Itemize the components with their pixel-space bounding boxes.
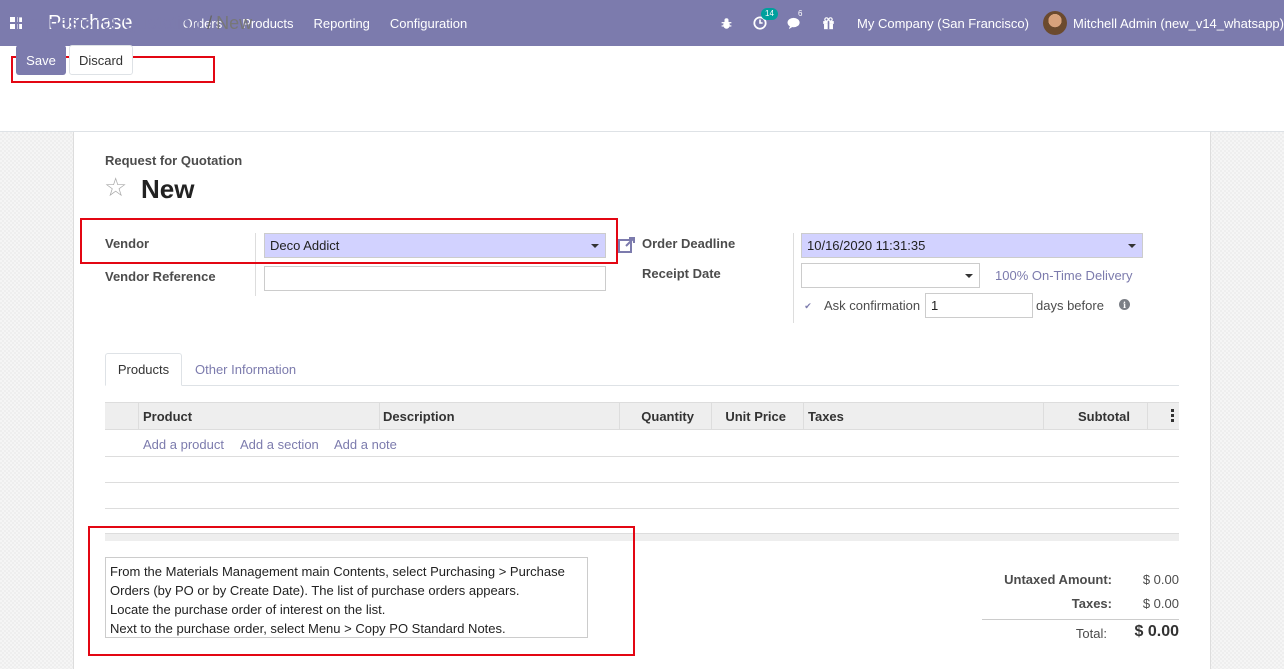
column-separator [379,403,380,430]
chevron-down-icon [965,274,973,278]
untaxed-amount-value: $ 0.00 [1142,572,1179,587]
activity-clock-icon[interactable]: 14 [752,8,778,31]
column-separator [138,403,139,430]
messages-count-badge: 6 [798,9,803,18]
order-deadline-value: 10/16/2020 11:31:35 [807,238,926,253]
column-unit-price[interactable]: Unit Price [711,403,786,430]
debug-bug-icon[interactable] [718,15,734,31]
order-deadline-select[interactable]: 10/16/2020 11:31:35 [801,233,1143,258]
breadcrumb-current: New [216,13,253,33]
user-avatar[interactable] [1043,11,1067,35]
order-deadline-label: Order Deadline [642,236,736,251]
ask-confirmation-label: Ask confirmation [824,298,921,313]
ask-confirmation-checkbox[interactable]: ✔ [803,301,813,311]
column-description[interactable]: Description [383,403,455,430]
untaxed-amount-label: Untaxed Amount: [1004,572,1112,587]
taxes-value: $ 0.00 [1142,596,1179,611]
vendor-reference-label: Vendor Reference [105,269,216,284]
discard-button[interactable]: Discard [69,45,133,75]
on-time-delivery-link[interactable]: 100% On-Time Delivery [995,268,1133,283]
tab-products[interactable]: Products [105,353,182,386]
breadcrumb-parent-link[interactable]: Requests for Quotation [16,13,201,33]
breadcrumb: Requests for Quotation / New [16,13,252,34]
column-subtotal[interactable]: Subtotal [1043,403,1130,430]
highlight-vendor-box [80,218,618,264]
add-product-link[interactable]: Add a product [143,437,224,452]
breadcrumb-separator: / [207,13,213,33]
column-product[interactable]: Product [143,403,192,430]
document-type-label: Request for Quotation [105,153,243,168]
messages-chat-icon[interactable]: 6 [786,9,803,31]
record-title: New [141,174,195,204]
column-separator [1147,403,1148,430]
chevron-down-icon [1128,244,1136,248]
tab-other-information[interactable]: Other Information [195,353,296,386]
external-link-icon[interactable] [618,236,636,254]
save-button[interactable]: Save [16,45,66,75]
deadline-group-divider [793,233,794,323]
column-quantity[interactable]: Quantity [619,403,694,430]
table-row [105,457,1179,483]
column-taxes[interactable]: Taxes [808,403,844,430]
taxes-label: Taxes: [1071,596,1112,611]
menu-configuration[interactable]: Configuration [380,16,477,31]
optional-columns-icon[interactable] [1171,409,1174,422]
column-separator [803,403,804,430]
receipt-date-select[interactable] [801,263,980,288]
days-before-label: days before [1036,298,1104,313]
systray: 14 6 My Company (San Francisco) Mitchell… [709,0,1284,46]
table-row [105,483,1179,509]
activity-count-badge: 14 [761,8,778,20]
receipt-date-label: Receipt Date [642,266,721,281]
info-icon[interactable]: i [1119,299,1130,310]
totals-divider [982,619,1179,620]
gift-icon[interactable] [820,15,836,31]
menu-reporting[interactable]: Reporting [304,16,380,31]
star-icon[interactable]: ☆ [104,173,127,201]
vendor-reference-input[interactable] [264,266,606,291]
add-line-row: Add a product Add a section Add a note [105,430,1179,457]
total-value: $ 0.00 [1134,623,1179,640]
add-note-link[interactable]: Add a note [334,437,397,452]
user-menu[interactable]: Mitchell Admin (new_v14_whatsapp) [1073,16,1284,31]
add-section-link[interactable]: Add a section [240,437,319,452]
total-label: Total: [1075,626,1107,641]
highlight-notes-box [88,526,635,656]
order-lines-header: Product Description Quantity Unit Price … [105,402,1179,430]
ask-confirmation-days-input[interactable]: 1 [925,293,1033,318]
company-switcher[interactable]: My Company (San Francisco) [857,16,1029,31]
